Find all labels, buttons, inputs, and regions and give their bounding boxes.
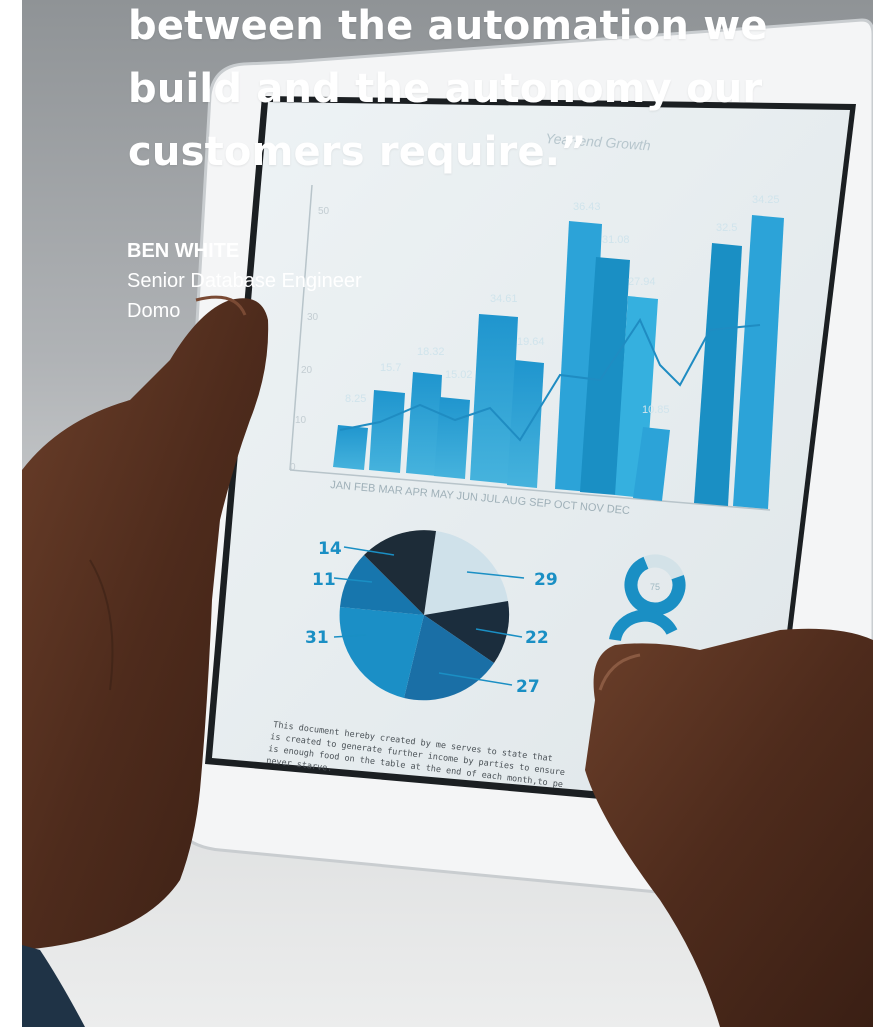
quote-line-1: between the automation we xyxy=(128,3,768,49)
left-page-margin xyxy=(0,0,22,1027)
svg-text:50: 50 xyxy=(318,206,330,217)
svg-text:15.7: 15.7 xyxy=(380,362,401,374)
svg-text:31.08: 31.08 xyxy=(602,234,630,246)
svg-text:31: 31 xyxy=(305,628,329,648)
svg-text:27: 27 xyxy=(516,677,540,697)
svg-text:10: 10 xyxy=(295,415,307,426)
svg-text:0: 0 xyxy=(290,462,296,473)
svg-text:18.32: 18.32 xyxy=(417,346,445,358)
svg-text:20: 20 xyxy=(301,365,313,376)
author-name: BEN WHITE xyxy=(127,240,240,262)
svg-text:34.61: 34.61 xyxy=(490,293,518,305)
svg-text:32.5: 32.5 xyxy=(716,222,737,234)
author-company: Domo xyxy=(127,300,181,322)
quote-line-3: customers require.” xyxy=(128,129,587,175)
svg-text:75: 75 xyxy=(650,582,660,592)
quote-line-2: build and the autonomy our xyxy=(128,66,763,112)
svg-text:19.64: 19.64 xyxy=(517,336,545,348)
svg-text:36.43: 36.43 xyxy=(573,201,601,213)
svg-text:34.25: 34.25 xyxy=(752,194,780,206)
svg-text:15.02: 15.02 xyxy=(445,369,473,381)
author-role: Senior Database Engineer xyxy=(127,270,362,292)
svg-text:22: 22 xyxy=(525,628,549,648)
svg-text:27.94: 27.94 xyxy=(628,276,656,288)
svg-text:10.85: 10.85 xyxy=(642,404,670,416)
svg-text:8.25: 8.25 xyxy=(345,393,366,405)
hero-photo: JAN FEB MAR APR MAY JUN JUL AUG SEP OCT … xyxy=(0,0,873,1027)
testimonial-author: BEN WHITE Senior Database Engineer Domo xyxy=(127,236,362,326)
svg-text:14: 14 xyxy=(318,539,342,559)
svg-text:29: 29 xyxy=(534,570,558,590)
svg-text:11: 11 xyxy=(312,570,336,590)
